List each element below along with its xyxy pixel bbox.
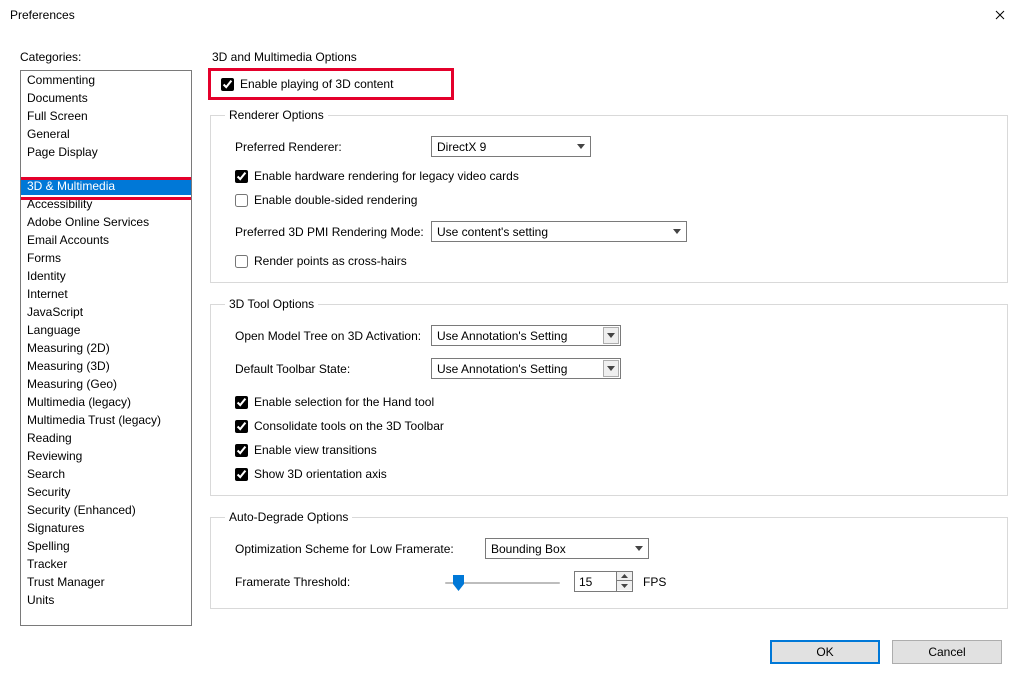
framerate-threshold-label: Framerate Threshold: xyxy=(235,575,445,589)
transitions-checkbox[interactable] xyxy=(235,444,248,457)
categories-label: Categories: xyxy=(20,50,192,64)
category-item[interactable]: JavaScript xyxy=(21,303,191,321)
preferred-renderer-label: Preferred Renderer: xyxy=(235,140,431,154)
framerate-threshold-spinner[interactable] xyxy=(574,571,633,592)
category-item[interactable]: Accessibility xyxy=(21,195,191,213)
window-title: Preferences xyxy=(10,8,75,22)
category-item[interactable]: Search xyxy=(21,465,191,483)
hw-legacy-checkbox-row[interactable]: Enable hardware rendering for legacy vid… xyxy=(235,169,991,183)
category-item[interactable]: Units xyxy=(21,591,191,609)
hand-select-checkbox[interactable] xyxy=(235,396,248,409)
category-item[interactable]: Security (Enhanced) xyxy=(21,501,191,519)
hw-legacy-checkbox[interactable] xyxy=(235,170,248,183)
chevron-down-icon xyxy=(669,223,685,240)
double-sided-checkbox[interactable] xyxy=(235,194,248,207)
close-button[interactable] xyxy=(977,0,1022,30)
renderer-options-legend: Renderer Options xyxy=(225,108,328,122)
optimization-scheme-label: Optimization Scheme for Low Framerate: xyxy=(235,542,485,556)
toolbar-state-select[interactable]: Use Annotation's Setting xyxy=(431,358,621,379)
consolidate-label: Consolidate tools on the 3D Toolbar xyxy=(254,419,444,433)
chevron-down-icon xyxy=(573,138,589,155)
orientation-checkbox-row[interactable]: Show 3D orientation axis xyxy=(235,467,991,481)
category-item[interactable]: Reviewing xyxy=(21,447,191,465)
category-item[interactable]: Measuring (Geo) xyxy=(21,375,191,393)
pmi-mode-value: Use content's setting xyxy=(437,225,548,239)
pmi-mode-label: Preferred 3D PMI Rendering Mode: xyxy=(235,225,431,239)
category-item[interactable]: Language xyxy=(21,321,191,339)
chevron-down-icon xyxy=(603,360,619,377)
3d-tool-options-group: 3D Tool Options Open Model Tree on 3D Ac… xyxy=(210,297,1008,496)
preferred-renderer-select[interactable]: DirectX 9 xyxy=(431,136,591,157)
consolidate-checkbox-row[interactable]: Consolidate tools on the 3D Toolbar xyxy=(235,419,991,433)
hand-select-checkbox-row[interactable]: Enable selection for the Hand tool xyxy=(235,395,991,409)
category-item[interactable]: Signatures xyxy=(21,519,191,537)
3d-tool-options-legend: 3D Tool Options xyxy=(225,297,318,311)
auto-degrade-group: Auto-Degrade Options Optimization Scheme… xyxy=(210,510,1008,609)
double-sided-checkbox-row[interactable]: Enable double-sided rendering xyxy=(235,193,991,207)
category-item[interactable]: Tracker xyxy=(21,555,191,573)
orientation-checkbox[interactable] xyxy=(235,468,248,481)
category-item[interactable]: Reading xyxy=(21,429,191,447)
category-item[interactable]: Email Accounts xyxy=(21,231,191,249)
category-item[interactable]: Multimedia Trust (legacy) xyxy=(21,411,191,429)
category-item[interactable]: Documents xyxy=(21,89,191,107)
ok-button[interactable]: OK xyxy=(770,640,880,664)
category-item[interactable]: Internet xyxy=(21,285,191,303)
model-tree-select[interactable]: Use Annotation's Setting xyxy=(431,325,621,346)
model-tree-value: Use Annotation's Setting xyxy=(437,329,567,343)
category-item[interactable]: Measuring (2D) xyxy=(21,339,191,357)
categories-list[interactable]: CommentingDocumentsFull ScreenGeneralPag… xyxy=(20,70,192,626)
preferred-renderer-value: DirectX 9 xyxy=(437,140,486,154)
toolbar-state-label: Default Toolbar State: xyxy=(235,362,431,376)
optimization-scheme-select[interactable]: Bounding Box xyxy=(485,538,649,559)
category-item[interactable]: Identity xyxy=(21,267,191,285)
toolbar-state-value: Use Annotation's Setting xyxy=(437,362,567,376)
transitions-checkbox-row[interactable]: Enable view transitions xyxy=(235,443,991,457)
crosshairs-label: Render points as cross-hairs xyxy=(254,254,407,268)
category-item[interactable]: Spelling xyxy=(21,537,191,555)
pmi-mode-select[interactable]: Use content's setting xyxy=(431,221,687,242)
auto-degrade-legend: Auto-Degrade Options xyxy=(225,510,352,524)
category-item[interactable]: General xyxy=(21,125,191,143)
optimization-scheme-value: Bounding Box xyxy=(491,542,566,556)
chevron-down-icon xyxy=(603,327,619,344)
chevron-down-icon xyxy=(621,584,628,588)
double-sided-label: Enable double-sided rendering xyxy=(254,193,417,207)
category-item[interactable]: Forms xyxy=(21,249,191,267)
crosshairs-checkbox-row[interactable]: Render points as cross-hairs xyxy=(235,254,991,268)
model-tree-label: Open Model Tree on 3D Activation: xyxy=(235,329,431,343)
transitions-label: Enable view transitions xyxy=(254,443,377,457)
category-item[interactable]: Adobe Online Services xyxy=(21,213,191,231)
enable-3d-checkbox[interactable] xyxy=(221,78,234,91)
orientation-label: Show 3D orientation axis xyxy=(254,467,387,481)
renderer-options-group: Renderer Options Preferred Renderer: Dir… xyxy=(210,108,1008,283)
framerate-threshold-slider[interactable] xyxy=(445,572,560,592)
close-icon xyxy=(995,10,1005,20)
category-item[interactable]: Multimedia (legacy) xyxy=(21,393,191,411)
slider-thumb-icon[interactable] xyxy=(453,575,464,591)
spinner-down-button[interactable] xyxy=(617,581,632,590)
spinner-up-button[interactable] xyxy=(617,572,632,581)
chevron-down-icon xyxy=(631,540,647,557)
category-item[interactable]: Trust Manager xyxy=(21,573,191,591)
hand-select-label: Enable selection for the Hand tool xyxy=(254,395,434,409)
consolidate-checkbox[interactable] xyxy=(235,420,248,433)
category-item[interactable]: Commenting xyxy=(21,71,191,89)
enable-3d-checkbox-row[interactable]: Enable playing of 3D content xyxy=(221,77,393,91)
crosshairs-checkbox[interactable] xyxy=(235,255,248,268)
cancel-button[interactable]: Cancel xyxy=(892,640,1002,664)
highlight-enable-3d: Enable playing of 3D content xyxy=(208,68,454,100)
hw-legacy-label: Enable hardware rendering for legacy vid… xyxy=(254,169,519,183)
chevron-up-icon xyxy=(621,574,628,578)
category-item[interactable]: Security xyxy=(21,483,191,501)
category-item[interactable]: Page Display xyxy=(21,143,191,161)
framerate-threshold-input[interactable] xyxy=(574,571,616,592)
framerate-threshold-unit: FPS xyxy=(643,575,666,589)
category-item[interactable]: 3D & Multimedia xyxy=(21,177,191,195)
category-item[interactable]: Full Screen xyxy=(21,107,191,125)
enable-3d-label: Enable playing of 3D content xyxy=(240,77,393,91)
page-title: 3D and Multimedia Options xyxy=(212,50,1008,64)
category-item[interactable]: Measuring (3D) xyxy=(21,357,191,375)
